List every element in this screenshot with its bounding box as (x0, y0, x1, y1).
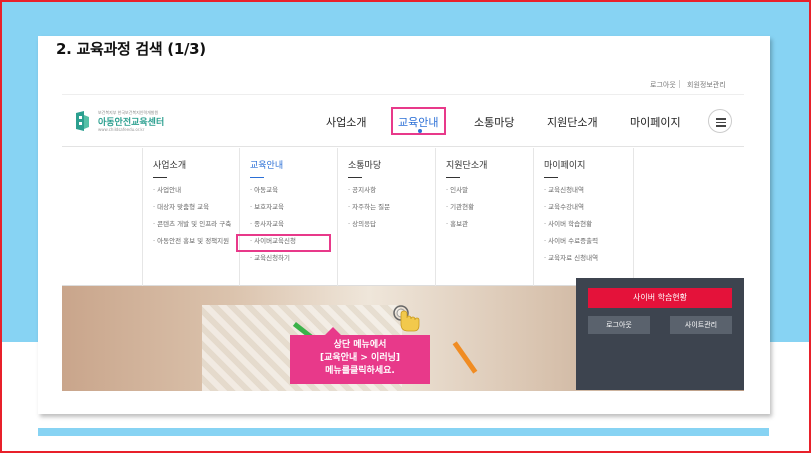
dropdown-column-support: 지원단소개 · 인사말 · 기관현황 · 홍보관 (435, 148, 533, 286)
nav-item-community[interactable]: 소통마당 (474, 114, 514, 130)
utility-divider (679, 80, 680, 88)
callout-arrow (325, 327, 341, 335)
menu-item[interactable]: · 대상자 맞춤형 교육 (153, 203, 243, 212)
site-admin-button[interactable]: 사이트관리 (670, 316, 732, 334)
menu-item[interactable]: · 아동교육 (250, 186, 340, 195)
menu-item[interactable]: · 교육신청하기 (250, 254, 340, 263)
menu-item[interactable]: · 아동안전 홍보 및 정책지원 (153, 237, 243, 246)
main-navigation: 보건복지부 한국보건복지인력개발원 아동안전교육센터 www.childsafe… (62, 95, 744, 147)
menu-item[interactable]: · 사업안내 (153, 186, 243, 195)
menu-item[interactable]: · 콘텐츠 개발 및 인프라 구축 (153, 220, 243, 229)
callout-line: 상단 메뉴에서 (333, 340, 387, 350)
callout-line: 메뉴를클릭하세요. (325, 366, 395, 376)
column-title[interactable]: 마이페이지 (544, 158, 585, 171)
nav-item-support[interactable]: 지원단소개 (547, 114, 598, 130)
hamburger-menu-icon[interactable] (708, 109, 732, 133)
dropdown-column-empty (633, 148, 744, 286)
login-status-panel: 사이버 학습현황 로그아웃 사이트관리 (576, 278, 744, 390)
logout-link[interactable]: 로그아웃 (650, 80, 676, 90)
cyber-status-button[interactable]: 사이버 학습현황 (588, 288, 732, 308)
column-rule (544, 177, 558, 178)
menu-item[interactable]: · 사이버 학습현황 (544, 220, 634, 229)
website-screenshot: 로그아웃 회원정보관리 보건복지부 한국보건복지인력개발원 아동안전교육센터 w… (62, 75, 744, 391)
menu-item[interactable]: · 교육신청내역 (544, 186, 634, 195)
menu-item[interactable]: · 사이버 수료증출력 (544, 237, 634, 246)
background-band-bottom (38, 428, 769, 436)
callout-line: [교육안내 > 이러닝] (320, 353, 400, 363)
column-title[interactable]: 지원단소개 (446, 158, 487, 171)
mega-dropdown-menu: 사업소개 · 사업안내 · 대상자 맞춤형 교육 · 콘텐츠 개발 및 인프라 … (62, 148, 744, 286)
logo-icon[interactable] (74, 111, 90, 131)
member-info-link[interactable]: 회원정보관리 (687, 80, 726, 90)
pointing-hand-icon (393, 305, 420, 332)
menu-item[interactable]: · 공지사항 (348, 186, 438, 195)
slide-title: 2. 교육과정 검색 (1/3) (56, 40, 206, 58)
column-rule (153, 177, 167, 178)
menu-item[interactable]: · 보호자교육 (250, 203, 340, 212)
menu-item[interactable]: · 기관현황 (446, 203, 536, 212)
column-title[interactable]: 소통마당 (348, 158, 381, 171)
dropdown-column-community: 소통마당 · 공지사항 · 자주하는 질문 · 상의응답 (337, 148, 435, 286)
logo-url: www.childsafeedu.or.kr (98, 127, 145, 132)
dropdown-column-mypage: 마이페이지 · 교육신청내역 · 교육수강내역 · 사이버 학습현황 · 사이버… (533, 148, 633, 286)
nav-item-mypage[interactable]: 마이페이지 (630, 114, 681, 130)
column-title[interactable]: 사업소개 (153, 158, 186, 171)
dropdown-column-education: 교육안내 · 아동교육 · 보호자교육 · 종사자교육 · 사이버교육신청 · … (239, 148, 337, 286)
menu-item[interactable]: · 상의응답 (348, 220, 438, 229)
menu-item[interactable]: · 교육자료 신청내역 (544, 254, 634, 263)
menu-item[interactable]: · 홍보관 (446, 220, 536, 229)
column-title[interactable]: 교육안내 (250, 158, 283, 171)
menu-item[interactable]: · 종사자교육 (250, 220, 340, 229)
menu-item[interactable]: · 교육수강내역 (544, 203, 634, 212)
column-rule (348, 177, 362, 178)
menu-item[interactable]: · 자주하는 질문 (348, 203, 438, 212)
nav-item-business[interactable]: 사업소개 (326, 114, 366, 130)
active-indicator-dot (418, 129, 422, 133)
instruction-callout: 상단 메뉴에서 [교육안내 > 이러닝] 메뉴를클릭하세요. (290, 335, 430, 384)
menu-item-highlight-box (236, 234, 331, 252)
utility-bar: 로그아웃 회원정보관리 (62, 75, 744, 95)
column-rule (446, 177, 460, 178)
panel-logout-button[interactable]: 로그아웃 (588, 316, 650, 334)
dropdown-column-business: 사업소개 · 사업안내 · 대상자 맞춤형 교육 · 콘텐츠 개발 및 인프라 … (142, 148, 240, 286)
menu-item[interactable]: · 인사말 (446, 186, 536, 195)
column-rule (250, 177, 264, 178)
